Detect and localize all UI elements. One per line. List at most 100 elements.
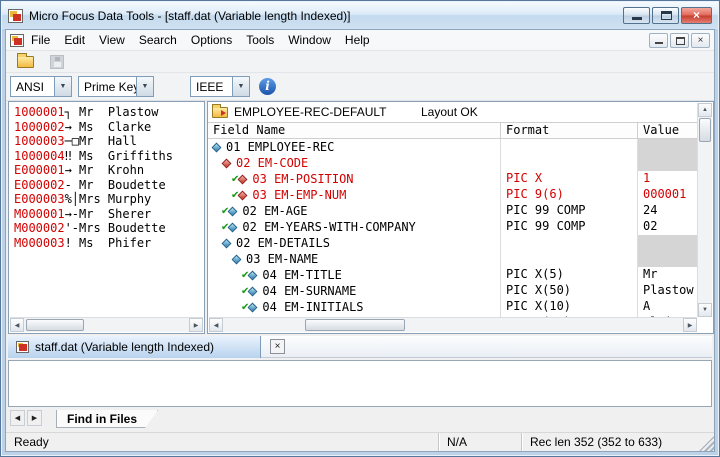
close-button[interactable]: × — [681, 7, 712, 24]
encoding-value: ANSI — [11, 80, 54, 94]
window-controls: × — [623, 7, 712, 24]
column-header-value[interactable]: Value — [638, 123, 698, 139]
scroll-left-button[interactable]: ◀ — [10, 318, 24, 332]
layout-vscrollbar[interactable]: ▲ ▼ — [697, 103, 712, 317]
field-name: 03 EM-POSITION — [252, 172, 353, 186]
field-format: PIC X(50) — [501, 283, 638, 299]
menu-search[interactable]: Search — [132, 31, 184, 49]
minimize-button[interactable] — [623, 7, 650, 24]
menu-file[interactable]: File — [24, 31, 57, 49]
resize-grip[interactable] — [699, 436, 714, 451]
encoding-combobox[interactable]: ANSI ▼ — [10, 76, 72, 97]
hscroll-thumb[interactable] — [305, 319, 405, 331]
menu-view[interactable]: View — [92, 31, 132, 49]
info-button[interactable]: i — [259, 78, 276, 95]
field-row-em-position[interactable]: ✔03 EM-POSITIONPIC X1 — [208, 171, 698, 187]
encoding-dropdown-icon[interactable]: ▼ — [54, 77, 71, 96]
field-value[interactable] — [638, 139, 698, 155]
scroll-right-button[interactable]: ▶ — [683, 318, 697, 332]
open-file-button[interactable] — [13, 52, 37, 71]
field-row-em-details[interactable]: 02 EM-DETAILS — [208, 235, 698, 251]
menu-options[interactable]: Options — [184, 31, 239, 49]
layout-name[interactable]: EMPLOYEE-REC-DEFAULT — [234, 105, 386, 119]
record-row[interactable]: 1000001┐ Mr Plastow — [14, 105, 203, 120]
field-row-em-initials[interactable]: ✔04 EM-INITIALSPIC X(10)A — [208, 299, 698, 315]
field-row-em-emp-num[interactable]: ✔03 EM-EMP-NUMPIC 9(6)000001 — [208, 187, 698, 203]
record-list-hscrollbar[interactable]: ◀ ▶ — [10, 317, 203, 332]
record-row[interactable]: E000001→ Mr Krohn — [14, 163, 203, 178]
mdi-close-button[interactable]: × — [691, 33, 710, 48]
field-value[interactable]: 1 — [638, 171, 698, 187]
find-results-panel[interactable] — [8, 360, 712, 407]
menu-edit[interactable]: Edit — [57, 31, 92, 49]
scroll-right-button[interactable]: ▶ — [189, 318, 203, 332]
key-dropdown-icon[interactable]: ▼ — [136, 77, 153, 96]
record-list[interactable]: 1000001┐ Mr Plastow1000002→ Ms Clarke100… — [10, 103, 203, 317]
scroll-down-button[interactable]: ▼ — [698, 303, 712, 317]
mdi-minimize-icon — [655, 42, 663, 44]
field-icon — [248, 302, 258, 312]
record-key: M000003 — [14, 236, 65, 250]
vscroll-thumb[interactable] — [699, 118, 711, 142]
tabs-scroll-left-button[interactable]: ◀ — [10, 410, 25, 426]
field-value[interactable]: A — [638, 299, 698, 315]
field-value[interactable]: 02 — [638, 219, 698, 235]
minimize-icon — [632, 17, 642, 20]
document-system-icon[interactable] — [10, 34, 24, 47]
float-format-dropdown-icon[interactable]: ▼ — [232, 77, 249, 96]
key-combobox[interactable]: Prime Key ▼ — [78, 76, 154, 97]
maximize-icon — [661, 11, 672, 20]
field-value[interactable] — [638, 155, 698, 171]
maximize-button[interactable] — [652, 7, 679, 24]
record-row[interactable]: 1000002→ Ms Clarke — [14, 120, 203, 135]
save-button[interactable] — [45, 52, 69, 71]
field-value[interactable]: 000001 — [638, 187, 698, 203]
record-key: 1000003 — [14, 134, 65, 148]
field-value[interactable]: 24 — [638, 203, 698, 219]
tabs-scroll-right-button[interactable]: ▶ — [27, 410, 42, 426]
field-row-em-title[interactable]: ✔04 EM-TITLEPIC X(5)Mr — [208, 267, 698, 283]
menu-tools[interactable]: Tools — [239, 31, 281, 49]
record-row[interactable]: 1000004‼ Ms Griffiths — [14, 149, 203, 164]
menu-help[interactable]: Help — [338, 31, 377, 49]
field-table[interactable]: 01 EMPLOYEE-REC02 EM-CODE✔03 EM-POSITION… — [208, 139, 698, 320]
column-header-field-name[interactable]: Field Name — [208, 123, 501, 139]
field-value[interactable] — [638, 235, 698, 251]
float-format-combobox[interactable]: IEEE ▼ — [190, 76, 250, 97]
app-icon — [8, 9, 23, 23]
file-tab-staff-dat[interactable]: staff.dat (Variable length Indexed) — [8, 336, 261, 358]
field-value[interactable]: Plastow — [638, 283, 698, 299]
field-row-em-code[interactable]: 02 EM-CODE — [208, 155, 698, 171]
record-data: → Ms Clarke — [65, 120, 152, 134]
file-tab-close-button[interactable]: × — [270, 339, 285, 354]
record-row[interactable]: M000003! Ms Phifer — [14, 236, 203, 251]
field-row-em-years-with-company[interactable]: ✔02 EM-YEARS-WITH-COMPANYPIC 99 COMP02 — [208, 219, 698, 235]
field-row-em-surname[interactable]: ✔04 EM-SURNAMEPIC X(50)Plastow — [208, 283, 698, 299]
field-value[interactable]: Mr — [638, 267, 698, 283]
record-row[interactable]: M000002'-Mrs Boudette — [14, 221, 203, 236]
mdi-minimize-button[interactable] — [649, 33, 668, 48]
record-key: M000002 — [14, 221, 65, 235]
field-row-employee-rec[interactable]: 01 EMPLOYEE-REC — [208, 139, 698, 155]
layout-hscrollbar[interactable]: ◀ ▶ — [209, 317, 697, 332]
record-row[interactable]: 1000003─□Mr Hall — [14, 134, 203, 149]
group-field-icon — [222, 238, 232, 248]
record-row[interactable]: E000003%│Mrs Murphy — [14, 192, 203, 207]
menu-window[interactable]: Window — [281, 31, 338, 49]
tab-find-in-files[interactable]: Find in Files — [56, 410, 158, 428]
record-row[interactable]: M000001→-Mr Sherer — [14, 207, 203, 222]
column-header-format[interactable]: Format — [501, 123, 638, 139]
field-row-em-name[interactable]: 03 EM-NAME — [208, 251, 698, 267]
title-bar[interactable]: Micro Focus Data Tools - [staff.dat (Var… — [2, 2, 718, 29]
scroll-left-button[interactable]: ◀ — [209, 318, 223, 332]
field-row-em-age[interactable]: ✔02 EM-AGEPIC 99 COMP24 — [208, 203, 698, 219]
field-icon — [248, 270, 258, 280]
field-name: 01 EMPLOYEE-REC — [226, 140, 334, 154]
field-format — [501, 155, 638, 171]
window-title: Micro Focus Data Tools - [staff.dat (Var… — [29, 9, 351, 23]
field-value[interactable] — [638, 251, 698, 267]
record-row[interactable]: E000002- Mr Boudette — [14, 178, 203, 193]
hscroll-thumb[interactable] — [26, 319, 84, 331]
scroll-up-button[interactable]: ▲ — [698, 103, 712, 117]
mdi-restore-button[interactable] — [670, 33, 689, 48]
